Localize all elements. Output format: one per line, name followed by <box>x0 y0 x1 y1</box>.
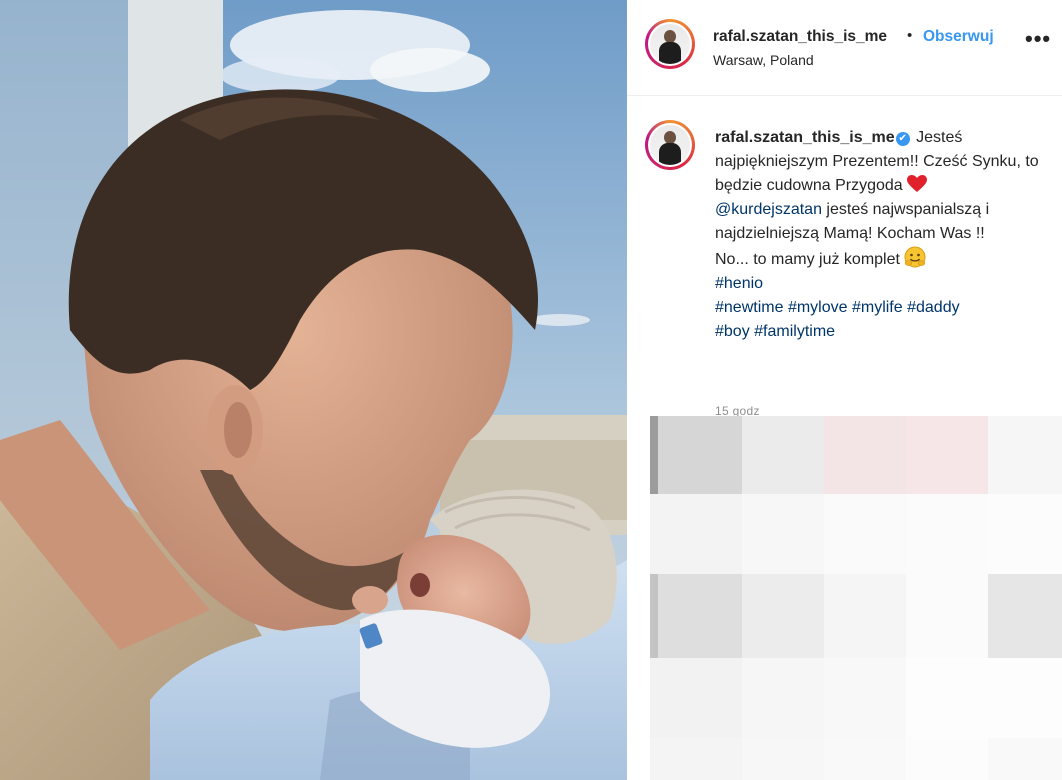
author-avatar[interactable] <box>645 19 695 69</box>
location-link[interactable]: Warsaw, Poland <box>713 52 814 68</box>
hashtag-link[interactable]: #familytime <box>754 323 835 340</box>
verified-badge-icon: ✔ <box>895 132 910 146</box>
caption-text: rafal.szatan_this_is_me ✔ Jesteś najpiękn… <box>715 126 1050 344</box>
mention-link[interactable]: @kurdejszatan <box>715 201 822 218</box>
hashtag-link[interactable]: #henio <box>715 275 763 292</box>
caption-line-3: No... to mamy już komplet <box>715 251 900 268</box>
hashtag-link[interactable]: #newtime <box>715 299 783 316</box>
post-photo[interactable] <box>0 0 627 780</box>
hashtag-link[interactable]: #mylife <box>852 299 903 316</box>
hashtag-link[interactable]: #daddy <box>907 299 960 316</box>
caption-author-avatar[interactable] <box>645 120 695 170</box>
heart-icon <box>907 175 928 192</box>
author-username[interactable]: rafal.szatan_this_is_me <box>713 28 887 46</box>
post-caption: rafal.szatan_this_is_me ✔ Jesteś najpiękn… <box>627 96 1062 418</box>
more-options-icon[interactable]: ••• <box>1025 26 1051 52</box>
hashtag-link[interactable]: #mylove <box>788 299 848 316</box>
photo-illustration <box>0 0 627 780</box>
caption-username[interactable]: rafal.szatan_this_is_me <box>715 129 895 146</box>
follow-button[interactable]: Obserwuj <box>923 28 994 46</box>
separator-dot: • <box>907 27 913 44</box>
hugging-face-emoji <box>904 246 926 268</box>
post-header: rafal.szatan_this_is_me • Obserwuj Warsa… <box>627 0 1062 96</box>
hashtag-link[interactable]: #boy <box>715 323 750 340</box>
pixelated-comments-area <box>650 416 1062 780</box>
